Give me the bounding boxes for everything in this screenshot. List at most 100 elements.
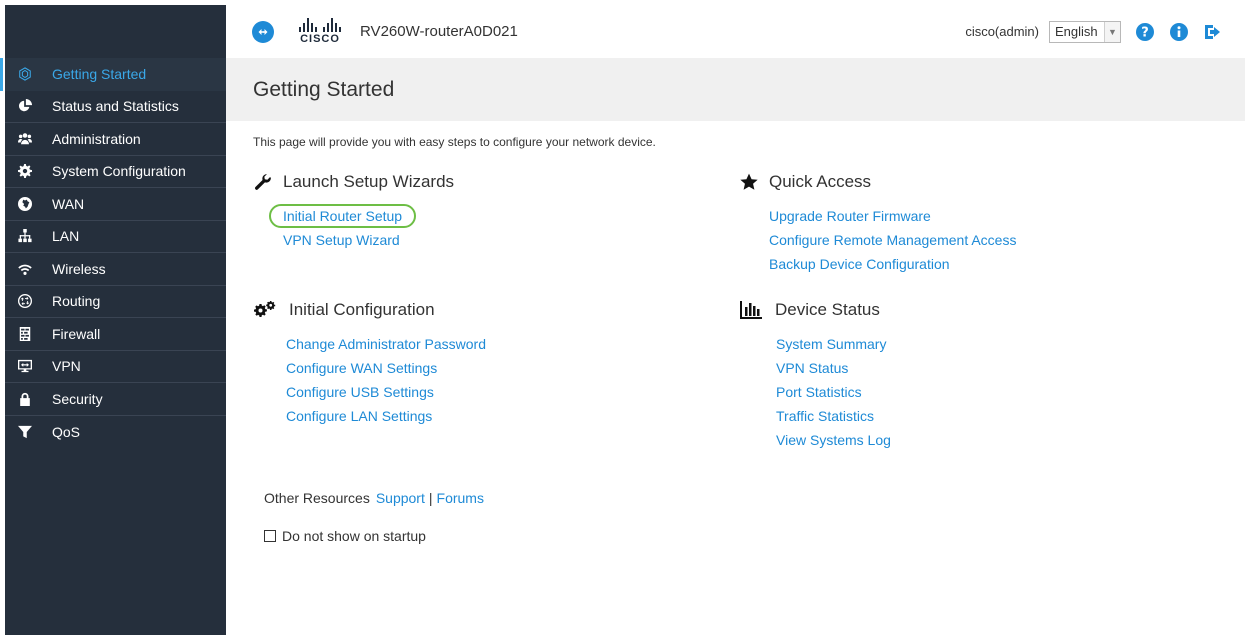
- main-content: Getting Started This page will provide y…: [226, 58, 1245, 635]
- other-resources: Other Resources Support | Forums: [264, 490, 484, 506]
- launch-setup-wizards-section: Launch Setup Wizards Initial Router Setu…: [253, 170, 454, 252]
- sidebar-nav: Getting Started Status and Statistics Ad…: [0, 58, 226, 449]
- title-bar: Getting Started: [226, 58, 1245, 121]
- svg-text:?: ?: [1141, 25, 1149, 40]
- section-header: Quick Access: [739, 170, 1016, 194]
- link-system-summary[interactable]: System Summary: [776, 336, 886, 352]
- sidebar-item-wireless[interactable]: Wireless: [5, 253, 226, 286]
- logout-icon[interactable]: [1203, 22, 1223, 42]
- sidebar-item-label: Security: [52, 390, 103, 407]
- sidebar-item-label: Firewall: [52, 325, 101, 342]
- sidebar-item-label: Getting Started: [52, 66, 147, 83]
- section-title: Launch Setup Wizards: [283, 172, 455, 191]
- user-label: cisco(admin): [965, 24, 1039, 39]
- do-not-show-checkbox[interactable]: [264, 530, 276, 542]
- sidebar-item-label: System Configuration: [52, 163, 186, 180]
- routing-icon: [17, 293, 33, 309]
- link-initial-router-setup[interactable]: Initial Router Setup: [269, 204, 417, 228]
- section-header: Initial Configuration: [253, 298, 486, 322]
- filter-icon: [17, 424, 33, 440]
- intro-text: This page will provide you with easy ste…: [253, 135, 656, 149]
- sidebar-item-label: Wireless: [52, 260, 106, 277]
- section-title: Initial Configuration: [289, 300, 435, 319]
- header: CISCO RV260W-routerA0D021 cisco(admin) E…: [226, 5, 1245, 58]
- getting-started-icon: [17, 66, 33, 82]
- sidebar-item-vpn[interactable]: VPN: [5, 351, 226, 383]
- link-configure-wan-settings[interactable]: Configure WAN Settings: [286, 360, 437, 376]
- link-vpn-setup-wizard[interactable]: VPN Setup Wizard: [283, 232, 400, 248]
- section-header: Device Status: [739, 298, 891, 322]
- sidebar-item-qos[interactable]: QoS: [5, 416, 226, 449]
- sidebar-item-label: VPN: [52, 358, 81, 375]
- info-icon[interactable]: [1169, 22, 1189, 42]
- link-port-statistics[interactable]: Port Statistics: [776, 384, 862, 400]
- menu-toggle-icon[interactable]: [252, 20, 274, 43]
- separator: |: [428, 490, 433, 506]
- sidebar-item-label: Administration: [52, 130, 141, 147]
- section-header: Launch Setup Wizards: [253, 170, 454, 194]
- sidebar-item-label: Routing: [52, 293, 101, 310]
- sidebar-item-wan[interactable]: WAN: [5, 188, 226, 221]
- link-configure-remote-management-access[interactable]: Configure Remote Management Access: [769, 232, 1016, 248]
- header-right: cisco(admin) English ▼ ?: [965, 20, 1223, 43]
- link-change-administrator-password[interactable]: Change Administrator Password: [286, 336, 486, 352]
- section-title: Device Status: [775, 300, 880, 319]
- quick-access-section: Quick Access Upgrade Router Firmware Con…: [739, 170, 1016, 276]
- pie-chart-icon: [17, 98, 33, 114]
- wrench-icon: [253, 172, 273, 192]
- link-forums[interactable]: Forums: [437, 490, 484, 506]
- firewall-icon: [17, 326, 33, 342]
- bar-chart-icon: [739, 300, 763, 320]
- section-title: Quick Access: [769, 172, 872, 191]
- sidebar-item-administration[interactable]: Administration: [5, 123, 226, 156]
- link-support[interactable]: Support: [376, 490, 425, 506]
- initial-config-links: Change Administrator Password Configure …: [286, 332, 486, 428]
- sidebar-item-firewall[interactable]: Firewall: [5, 318, 226, 351]
- initial-configuration-section: Initial Configuration Change Administrat…: [253, 298, 486, 428]
- sidebar-item-getting-started[interactable]: Getting Started: [0, 58, 226, 91]
- cisco-logo-text: CISCO: [300, 33, 340, 45]
- users-icon: [17, 131, 33, 147]
- cisco-logo-bars: [299, 18, 341, 32]
- sidebar-item-status-and-statistics[interactable]: Status and Statistics: [5, 91, 226, 123]
- sidebar-item-label: QoS: [52, 423, 81, 440]
- sidebar-header: [5, 5, 226, 58]
- link-view-systems-log[interactable]: View Systems Log: [776, 432, 891, 448]
- launch-links: Initial Router Setup VPN Setup Wizard: [269, 204, 454, 252]
- wifi-icon: [17, 261, 33, 277]
- link-upgrade-router-firmware[interactable]: Upgrade Router Firmware: [769, 208, 931, 224]
- vpn-icon: [17, 358, 33, 374]
- sidebar-item-security[interactable]: Security: [5, 383, 226, 416]
- sidebar-item-lan[interactable]: LAN: [5, 221, 226, 253]
- do-not-show-label: Do not show on startup: [282, 528, 426, 544]
- sidebar-item-routing[interactable]: Routing: [5, 286, 226, 318]
- other-resources-label: Other Resources: [264, 490, 370, 506]
- device-status-section: Device Status System Summary VPN Status …: [739, 298, 891, 452]
- language-select[interactable]: English ▼: [1049, 20, 1121, 43]
- globe-icon: [17, 196, 33, 212]
- link-configure-usb-settings[interactable]: Configure USB Settings: [286, 384, 434, 400]
- star-icon: [739, 172, 759, 192]
- network-icon: [17, 228, 33, 244]
- help-icon[interactable]: ?: [1135, 22, 1155, 42]
- quick-access-links: Upgrade Router Firmware Configure Remote…: [769, 204, 1016, 276]
- link-backup-device-configuration[interactable]: Backup Device Configuration: [769, 256, 950, 272]
- sidebar-item-label: Status and Statistics: [52, 98, 179, 115]
- cisco-logo: CISCO: [294, 18, 346, 45]
- language-value: English: [1055, 24, 1098, 39]
- lock-icon: [17, 391, 33, 407]
- sidebar: Getting Started Status and Statistics Ad…: [0, 5, 226, 635]
- chevron-down-icon: ▼: [1104, 21, 1120, 42]
- startup-option: Do not show on startup: [264, 528, 426, 544]
- sidebar-item-label: WAN: [52, 195, 85, 212]
- link-configure-lan-settings[interactable]: Configure LAN Settings: [286, 408, 432, 424]
- gear-icon: [17, 163, 33, 179]
- page-title: Getting Started: [253, 77, 395, 101]
- sidebar-item-label: LAN: [52, 228, 80, 245]
- device-name: RV260W-routerA0D021: [360, 23, 518, 40]
- gears-icon: [253, 300, 277, 320]
- device-status-links: System Summary VPN Status Port Statistic…: [776, 332, 891, 452]
- link-vpn-status[interactable]: VPN Status: [776, 360, 848, 376]
- link-traffic-statistics[interactable]: Traffic Statistics: [776, 408, 874, 424]
- sidebar-item-system-configuration[interactable]: System Configuration: [5, 156, 226, 188]
